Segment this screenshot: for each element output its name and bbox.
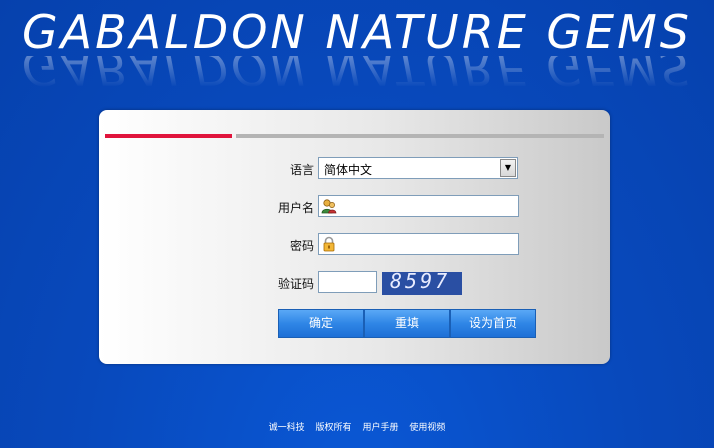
captcha-label: 验证码 [277, 277, 314, 291]
reset-button[interactable]: 重填 [364, 309, 450, 338]
password-row: 密码 [99, 233, 610, 257]
password-label: 密码 [289, 239, 314, 253]
login-panel: 语言 简体中文 ▼ 用户名 密码 验证码 8597 确定 重填 设为首页 [99, 110, 610, 364]
captcha-row: 验证码 8597 [99, 271, 610, 295]
footer-links: 诚一科技 版权所有 用户手册 使用视频 [0, 420, 714, 433]
button-group: 确定 重填 设为首页 [278, 309, 536, 338]
language-select[interactable]: 简体中文 ▼ [318, 157, 518, 179]
password-input[interactable] [318, 233, 519, 255]
language-label: 语言 [289, 163, 314, 177]
captcha-text: 8597 [390, 272, 451, 293]
brand-title-reflection: GABALDON NATURE GEMS [22, 56, 692, 95]
footer-link-company[interactable]: 诚一科技 [269, 423, 305, 433]
accent-bar-red [105, 134, 232, 138]
footer-link-video[interactable]: 使用视频 [409, 423, 445, 433]
accent-bar-grey [236, 134, 604, 138]
username-row: 用户名 [99, 195, 610, 219]
language-select-value: 简体中文 [324, 163, 373, 177]
username-label: 用户名 [277, 201, 314, 215]
language-row: 语言 简体中文 ▼ [99, 157, 610, 181]
username-input[interactable] [318, 195, 519, 217]
chevron-down-icon[interactable]: ▼ [500, 159, 516, 177]
lock-icon [323, 236, 335, 252]
user-icon [321, 199, 337, 214]
captcha-image[interactable]: 8597 [382, 272, 462, 295]
brand-title: GABALDON NATURE GEMS [22, 5, 692, 59]
set-home-button[interactable]: 设为首页 [450, 309, 536, 338]
footer-link-copyright[interactable]: 版权所有 [316, 423, 352, 433]
captcha-input[interactable] [318, 271, 377, 293]
confirm-button[interactable]: 确定 [278, 309, 364, 338]
footer-link-manual[interactable]: 用户手册 [362, 423, 398, 433]
